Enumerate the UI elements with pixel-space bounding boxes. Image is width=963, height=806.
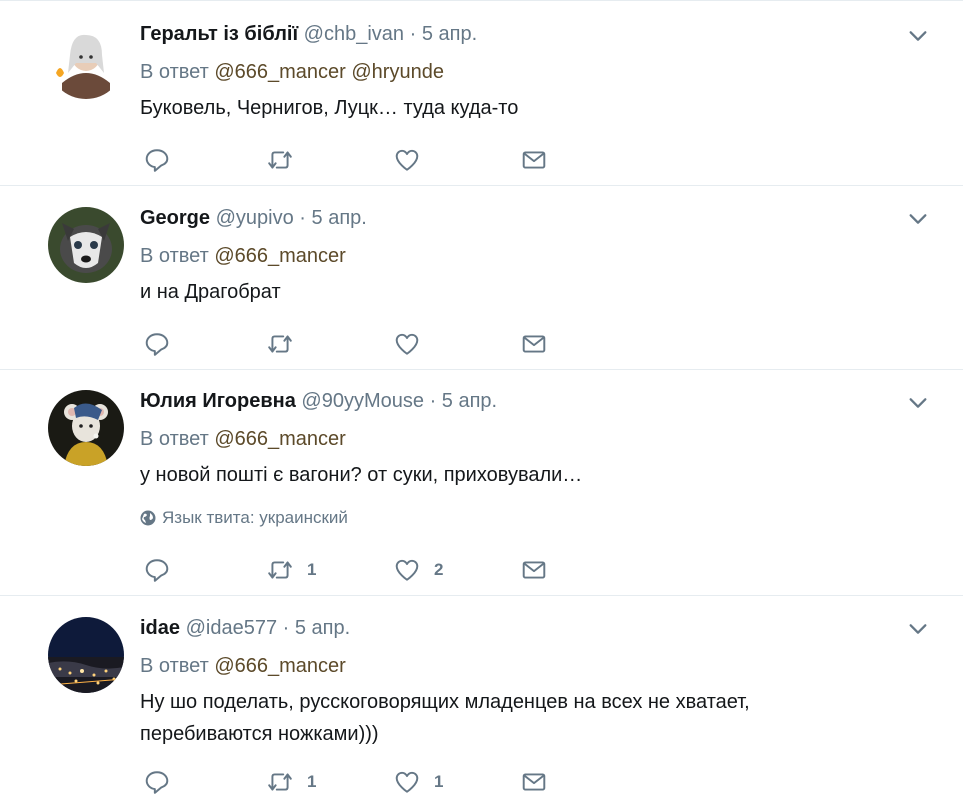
reply-button[interactable]: [144, 768, 170, 796]
retweet-button[interactable]: 1: [267, 768, 316, 796]
avatar[interactable]: [48, 207, 124, 283]
tweet-language[interactable]: Язык твита: украинский: [140, 508, 923, 528]
direct-message-button[interactable]: [521, 330, 547, 358]
author-username[interactable]: @chb_ivan: [304, 23, 404, 45]
tweet-actions: 1 2: [144, 556, 564, 584]
avatar[interactable]: [48, 23, 124, 99]
author-name[interactable]: Юлия Игоревна: [140, 390, 296, 412]
tweet-stream: Геральт із біблії @chb_ivan · 5 апр. В о…: [0, 0, 963, 806]
like-count: 2: [434, 560, 444, 579]
night-city-avatar-icon: [48, 617, 124, 693]
separator: ·: [429, 390, 437, 412]
reply-icon: [145, 149, 169, 172]
husky-avatar-icon: [48, 207, 124, 283]
reply-button[interactable]: [144, 146, 170, 174]
like-button[interactable]: [394, 146, 434, 174]
reply-icon: [145, 771, 169, 794]
envelope-icon: [522, 773, 546, 791]
reply-icon: [145, 559, 169, 582]
author-name[interactable]: Геральт із біблії: [140, 23, 298, 45]
reply-context: В ответ @666_mancer @hryunde: [140, 57, 923, 87]
envelope-icon: [522, 561, 546, 579]
tweet[interactable]: Геральт із біблії @chb_ivan · 5 апр. В о…: [0, 1, 963, 186]
avatar[interactable]: [48, 390, 124, 466]
retweet-icon: [268, 151, 292, 169]
retweet-icon: [268, 773, 292, 791]
author-username[interactable]: @90yyMouse: [301, 390, 424, 412]
mention-link[interactable]: @666_mancer: [214, 428, 345, 450]
direct-message-button[interactable]: [521, 768, 547, 796]
reply-icon: [145, 333, 169, 356]
mouse-pearl-avatar-icon: [48, 390, 124, 466]
like-button[interactable]: 2: [394, 556, 443, 584]
reply-button[interactable]: [144, 330, 170, 358]
chevron-down-icon[interactable]: [907, 25, 929, 47]
retweet-icon: [268, 561, 292, 579]
separator: ·: [409, 23, 417, 45]
like-button[interactable]: [394, 330, 434, 358]
retweet-count: 1: [307, 560, 317, 579]
retweet-button[interactable]: 1: [267, 556, 316, 584]
reply-prefix: В ответ: [140, 245, 209, 267]
separator: ·: [299, 207, 306, 229]
direct-message-button[interactable]: [521, 146, 547, 174]
timestamp[interactable]: 5 апр.: [312, 207, 367, 229]
like-count: 1: [434, 772, 444, 791]
author-username[interactable]: @idae577: [186, 617, 277, 639]
separator: ·: [282, 617, 290, 639]
reply-prefix: В ответ: [140, 428, 209, 450]
reply-button[interactable]: [144, 556, 170, 584]
tweet[interactable]: Юлия Игоревна @90yyMouse · 5 апр. В отве…: [0, 370, 963, 596]
timestamp[interactable]: 5 апр.: [295, 617, 350, 639]
chevron-down-icon[interactable]: [907, 208, 929, 230]
reply-context: В ответ @666_mancer: [140, 651, 923, 681]
mention-link[interactable]: @666_mancer: [214, 61, 345, 83]
tweet[interactable]: idae @idae577 · 5 апр. В ответ @666_manc…: [0, 596, 963, 806]
chevron-down-icon[interactable]: [907, 618, 929, 640]
mention-link[interactable]: @hryunde: [351, 61, 444, 83]
like-button[interactable]: 1: [394, 768, 443, 796]
retweet-button[interactable]: [267, 146, 307, 174]
tweet-actions: [144, 146, 564, 174]
author-name[interactable]: idae: [140, 617, 180, 639]
tweet-text: Буковель, Чернигов, Луцк… туда куда-то: [140, 97, 519, 119]
witcher-avatar-icon: [48, 23, 124, 99]
retweet-button[interactable]: [267, 330, 307, 358]
heart-icon: [395, 149, 419, 171]
retweet-count: 1: [307, 772, 317, 791]
envelope-icon: [522, 151, 546, 169]
author-username[interactable]: @yupivo: [216, 207, 294, 229]
heart-icon: [395, 559, 419, 581]
retweet-icon: [268, 335, 292, 353]
mention-link[interactable]: @666_mancer: [214, 245, 345, 267]
reply-prefix: В ответ: [140, 61, 209, 83]
timestamp[interactable]: 5 апр.: [422, 23, 477, 45]
direct-message-button[interactable]: [521, 556, 547, 584]
reply-context: В ответ @666_mancer: [140, 241, 923, 271]
reply-context: В ответ @666_mancer: [140, 424, 923, 454]
language-label: Язык твита: украинский: [162, 508, 348, 527]
timestamp[interactable]: 5 апр.: [442, 390, 497, 412]
chevron-down-icon[interactable]: [907, 392, 929, 414]
tweet-actions: [144, 330, 564, 358]
tweet-actions: 1 1: [144, 768, 564, 796]
tweet-text: Ну шо поделать, русскоговорящих младенце…: [140, 691, 750, 745]
mention-link[interactable]: @666_mancer: [214, 655, 345, 677]
tweet-text: у новой пошті є вагони? от суки, прихову…: [140, 464, 583, 486]
heart-icon: [395, 333, 419, 355]
envelope-icon: [522, 335, 546, 353]
avatar[interactable]: [48, 617, 124, 693]
tweet[interactable]: George @yupivo · 5 апр. В ответ @666_man…: [0, 186, 963, 370]
globe-icon: [140, 510, 156, 526]
author-name[interactable]: George: [140, 207, 210, 229]
heart-icon: [395, 771, 419, 793]
tweet-text: и на Драгобрат: [140, 281, 281, 303]
reply-prefix: В ответ: [140, 655, 209, 677]
